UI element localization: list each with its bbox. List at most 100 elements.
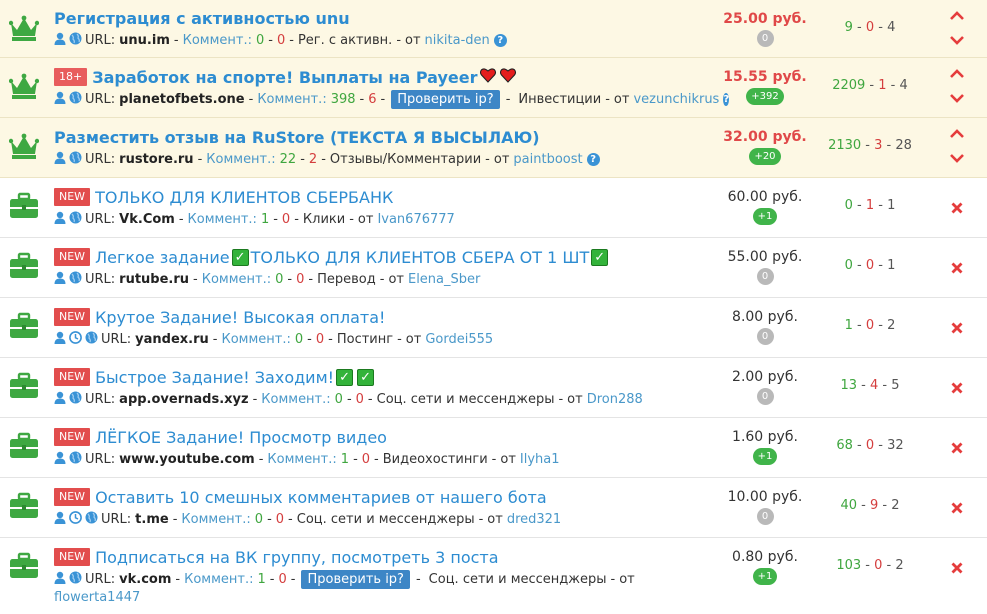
briefcase-icon [10,312,38,338]
arrow-up-icon[interactable] [950,10,964,20]
check-ip-button[interactable]: Проверить ip? [391,89,500,109]
arrow-down-icon [950,36,964,45]
comments-link[interactable]: Коммент.: [267,452,336,467]
from-label: от [613,91,630,107]
arrow-up-icon[interactable] [950,128,964,138]
author-link[interactable]: paintboost [513,152,582,167]
task-title-link[interactable]: Подписаться на ВК группу, посмотреть 3 п… [95,548,498,567]
task-title-link[interactable]: Оставить 10 смешных комментариев от наше… [95,488,547,507]
close-icon [951,502,963,514]
close-icon[interactable] [951,262,963,274]
globe-icon [69,211,82,223]
task-row[interactable]: NEW Крутое Задание! Высокая оплата! URL: ya… [0,298,987,358]
task-meta: URL: t.me - Коммент.: 0-0- Соц. сети и мессен… [54,509,694,529]
close-icon[interactable] [951,382,963,394]
task-title-link[interactable]: Легкое задание [95,248,230,267]
arrow-down-icon[interactable] [950,34,964,45]
arrow-down-icon [950,154,964,163]
close-icon[interactable] [951,322,963,334]
stat-rejected: 0 [865,258,875,273]
task-category: Соц. сети и мессенджеры [296,511,475,527]
globe-icon [69,271,82,283]
task-title-link-cont[interactable]: ТОЛЬКО ДЛЯ КЛИЕНТОВ СБЕРА ОТ 1 ШТ [251,248,590,267]
task-title-link[interactable]: ЛЁГКОЕ Задание! Просмотр видео [95,428,387,447]
task-category: Соц. сети и мессенджеры [376,391,555,407]
from-label: от [405,32,421,48]
task-title-link[interactable]: Разместить отзыв на RuStore (ТЕКСТА Я ВЫ… [54,128,540,147]
author-link[interactable]: flowerta1447 [54,590,140,605]
author-link[interactable]: Elena_Sber [408,272,480,287]
rating-pill: 0 [756,328,774,345]
task-row[interactable]: Регистрация с активностью unu URL: unu.im -… [0,0,987,58]
author-link[interactable]: Ivan676777 [377,212,454,227]
comments-link[interactable]: Коммент.: [188,212,257,227]
stat-done: 9 [844,20,853,35]
rating-pill: +1 [752,208,778,225]
row-actions [946,58,968,117]
task-row[interactable]: NEW Быстрое Задание! Заходим! ✓ ✓ URL: app.o… [0,358,987,418]
briefcase-icon [10,372,38,398]
task-title-link[interactable]: Быстрое Задание! Заходим! [95,368,334,387]
comments-link[interactable]: Коммент.: [184,572,253,587]
close-icon[interactable] [951,202,963,214]
task-row[interactable]: NEW Подписаться на ВК группу, посмотреть … [0,538,987,612]
task-stats: 13 - 4 - 5 [840,378,900,393]
task-title-link[interactable]: ТОЛЬКО ДЛЯ КЛИЕНТОВ СБЕРБАНК [95,188,393,207]
task-row[interactable]: NEW Оставить 10 смешных комментариев от н… [0,478,987,538]
stat-rejected: 0 [865,438,875,453]
task-category: Отзывы/Комментарии [329,151,482,167]
arrow-down-icon[interactable] [950,152,964,163]
comments-link[interactable]: Коммент.: [183,33,252,48]
author-link[interactable]: nikita-den [425,33,490,48]
new-badge: NEW [54,488,91,506]
help-icon[interactable]: ? [586,152,600,166]
comments-link[interactable]: Коммент.: [261,392,330,407]
stat-done: 2130 [828,138,862,153]
rating-pill: +392 [746,88,784,105]
close-icon[interactable] [951,562,963,574]
comments-link[interactable]: Коммент.: [222,332,291,347]
user-icon [54,451,66,468]
task-row[interactable]: NEW ТОЛЬКО ДЛЯ КЛИЕНТОВ СБЕРБАНК URL: Vk.Co… [0,178,987,238]
comments-positive: 398 [330,91,356,107]
task-title-link[interactable]: Заработок на спорте! Выплаты на Payeer [92,68,477,87]
user-icon [54,91,66,108]
arrow-down-icon[interactable] [950,92,964,103]
author-link[interactable]: Dron288 [587,392,643,407]
user-icon [54,511,66,528]
task-title-link[interactable]: Регистрация с активностью unu [54,9,350,28]
briefcase-icon [9,192,39,220]
clock-icon [69,330,82,344]
task-main: Разместить отзыв на RuStore (ТЕКСТА Я ВЫ… [54,125,694,169]
comments-link[interactable]: Коммент.: [181,512,250,527]
comments-link[interactable]: Коммент.: [202,272,271,287]
task-row[interactable]: NEW ЛЁГКОЕ Задание! Просмотр видео URL: www… [0,418,987,478]
stat-done: 1 [844,318,853,333]
comments-link[interactable]: Коммент.: [257,92,326,107]
author-link[interactable]: Ilyha1 [520,452,560,467]
task-row[interactable]: Разместить отзыв на RuStore (ТЕКСТА Я ВЫ… [0,118,987,178]
user-icon [54,32,66,49]
close-icon[interactable] [951,442,963,454]
check-ip-button[interactable]: Проверить ip? [301,569,410,589]
help-icon[interactable]: ? [493,33,507,47]
task-meta: URL: vk.com - Коммент.: 1-0- Проверить ip? - Со… [54,569,694,589]
arrow-up-icon[interactable] [950,68,964,78]
globe-icon [85,331,98,343]
comments-link[interactable]: Коммент.: [206,152,275,167]
price-amount: 25.00 руб. [723,11,807,27]
briefcase-icon [10,192,38,218]
comments-negative: 2 [308,151,318,167]
globe-icon [69,32,82,44]
user-icon [54,391,66,408]
url-label: URL: [85,391,116,407]
author-link[interactable]: dred321 [507,512,561,527]
task-row[interactable]: 18+ Заработок на спорте! Выплаты на Payee… [0,58,987,118]
close-icon[interactable] [951,502,963,514]
stat-pending: 2 [895,558,904,573]
checkmark-icon: ✓ [231,248,249,266]
close-icon [951,382,963,394]
task-row[interactable]: NEW Легкое задание ✓ ТОЛЬКО ДЛЯ КЛИЕНТОВ С… [0,238,987,298]
task-title-link[interactable]: Крутое Задание! Высокая оплата! [95,308,385,327]
author-link[interactable]: Gordei555 [425,332,493,347]
